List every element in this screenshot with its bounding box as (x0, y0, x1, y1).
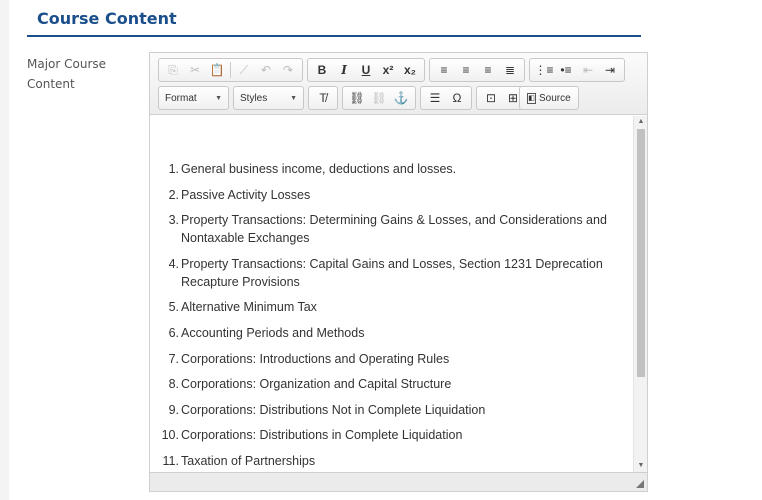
superscript-icon[interactable]: x² (377, 60, 399, 80)
list-item-number: 6 (169, 324, 179, 342)
special-char-icon[interactable]: Ω (446, 88, 468, 108)
rich-text-editor: ⎘ ✂ 📋 ⟋ ↶ ↷ B I Ux² x₂ ≡ ≡ ≡ ≣ ⋮≡ •≡ ⇤ ⇥ Format ▼ Styles … (149, 52, 648, 492)
list-item-number: 3 (169, 211, 179, 229)
list-item-number: 9 (169, 401, 179, 419)
list-item: 11Taxation of Partnerships (150, 452, 633, 470)
editor-toolbar: ⎘ ✂ 📋 ⟋ ↶ ↷ B I Ux² x₂ ≡ ≡ ≡ ≣ ⋮≡ •≡ ⇤ ⇥ Format ▼ Styles … (150, 53, 647, 115)
source-button-label: Source (539, 92, 571, 104)
list-item-number: 7 (169, 350, 179, 368)
list-item: 9Corporations: Distributions Not in Comp… (150, 401, 633, 419)
subscript-icon[interactable]: x₂ (399, 60, 421, 80)
anchor-icon[interactable]: ⚓ (390, 88, 412, 108)
scrollbar-thumb[interactable] (637, 129, 645, 377)
editor-content[interactable]: 1General business income, deductions and… (150, 116, 633, 472)
link-icon[interactable]: ⛓ (346, 88, 368, 108)
list-item-number: 10 (162, 426, 179, 444)
source-icon: ◧ (527, 92, 536, 104)
iframe-icon[interactable]: ⊡ (480, 88, 502, 108)
list-item: 6Accounting Periods and Methods (150, 324, 633, 342)
list-item-text: Corporations: Distributions in Complete … (181, 428, 463, 443)
toolbar-separator (230, 62, 231, 78)
bulleted-list-icon[interactable]: •≡ (555, 60, 577, 80)
toolbar-group: ⋮≡ •≡ ⇤ ⇥ (529, 58, 625, 82)
clear-formatting-icon[interactable]: T̸ (312, 88, 334, 108)
list-item: 3Property Transactions: Determining Gain… (150, 211, 633, 247)
align-center-icon[interactable]: ≡ (455, 60, 477, 80)
indent-icon[interactable]: ⇥ (599, 60, 621, 80)
list-item-number: 1 (169, 160, 179, 178)
bold-icon[interactable]: B (311, 60, 333, 80)
course-content-panel: Course Content Major Course Content ⎘ ✂ 📋 ⟋… (9, 0, 762, 500)
copy-icon[interactable]: ⎘ (162, 60, 184, 80)
list-item-text: General business income, deductions and … (181, 162, 457, 176)
unlink-icon[interactable]: ⛓ (368, 88, 390, 108)
list-item: 5Alternative Minimum Tax (150, 298, 633, 316)
list-item: 2Passive Activity Losses (150, 186, 633, 204)
list-item-text: Corporations: Introductions and Operatin… (181, 351, 450, 366)
list-item-text: Property Transactions: Determining Gains… (181, 213, 607, 246)
editor-scrollbar[interactable]: ▲ ▼ (633, 116, 647, 472)
remove-format-icon[interactable]: ⟋ (233, 60, 255, 80)
list-item: 8Corporations: Organization and Capital … (150, 375, 633, 393)
list-item-number: 11 (163, 452, 179, 470)
paste-icon[interactable]: 📋 (206, 60, 228, 80)
align-left-icon[interactable]: ≡ (433, 60, 455, 80)
format-dropdown-label: Format (165, 92, 197, 104)
chevron-down-icon: ▼ (290, 94, 297, 102)
scroll-up-icon[interactable]: ▲ (634, 116, 648, 128)
list-item: 10Corporations: Distributions in Complet… (150, 426, 633, 444)
cut-icon[interactable]: ✂ (184, 60, 206, 80)
toolbar-group: ⎘ ✂ 📋 ⟋ ↶ ↷ (158, 58, 303, 82)
underline-icon[interactable]: U (355, 60, 377, 80)
toolbar-group: ☰ Ω (420, 86, 472, 110)
list-item: 4Property Transactions: Capital Gains an… (150, 255, 633, 291)
chevron-down-icon: ▼ (215, 94, 222, 102)
scroll-down-icon[interactable]: ▼ (634, 460, 648, 472)
list-item-text: Accounting Periods and Methods (181, 325, 365, 340)
resize-handle-icon[interactable] (636, 480, 644, 488)
horizontal-line-icon[interactable]: ☰ (424, 88, 446, 108)
source-group: ◧ Source (519, 86, 579, 110)
list-item-number: 2 (169, 186, 179, 204)
list-item-text: Property Transactions: Capital Gains and… (181, 256, 603, 289)
source-button[interactable]: ◧ Source (523, 92, 575, 104)
styles-dropdown[interactable]: Styles ▼ (233, 86, 304, 110)
numbered-list-icon[interactable]: ⋮≡ (533, 60, 555, 80)
toolbar-group: ⛓ ⛓ ⚓ (342, 86, 416, 110)
list-item: 7Corporations: Introductions and Operati… (150, 350, 633, 368)
list-item-text: Corporations: Organization and Capital S… (181, 377, 452, 392)
section-title: Course Content (37, 9, 177, 28)
list-item-number: 4 (169, 255, 179, 273)
editor-statusbar (150, 472, 647, 491)
format-dropdown[interactable]: Format ▼ (158, 86, 229, 110)
list-item-text: Taxation of Partnerships (181, 453, 316, 468)
outdent-icon[interactable]: ⇤ (577, 60, 599, 80)
field-label: Major Course Content (27, 57, 107, 91)
undo-icon[interactable]: ↶ (255, 60, 277, 80)
list-item: 1General business income, deductions and… (150, 160, 633, 178)
toolbar-group: ≡ ≡ ≡ ≣ (429, 58, 525, 82)
redo-icon[interactable]: ↷ (277, 60, 299, 80)
list-item-number: 5 (169, 298, 179, 316)
list-item-number: 8 (169, 375, 179, 393)
list-item-text: Passive Activity Losses (181, 187, 311, 202)
italic-icon[interactable]: I (333, 60, 355, 80)
list-item-text: Corporations: Distributions Not in Compl… (181, 402, 486, 417)
styles-dropdown-label: Styles (240, 92, 268, 104)
list-item-text: Alternative Minimum Tax (181, 300, 317, 315)
toolbar-group: B I Ux² x₂ (307, 58, 425, 82)
title-divider (27, 35, 641, 37)
toolbar-group: T̸ (308, 86, 338, 110)
align-right-icon[interactable]: ≡ (477, 60, 499, 80)
course-topic-list: 1General business income, deductions and… (150, 160, 633, 472)
align-justify-icon[interactable]: ≣ (499, 60, 521, 80)
